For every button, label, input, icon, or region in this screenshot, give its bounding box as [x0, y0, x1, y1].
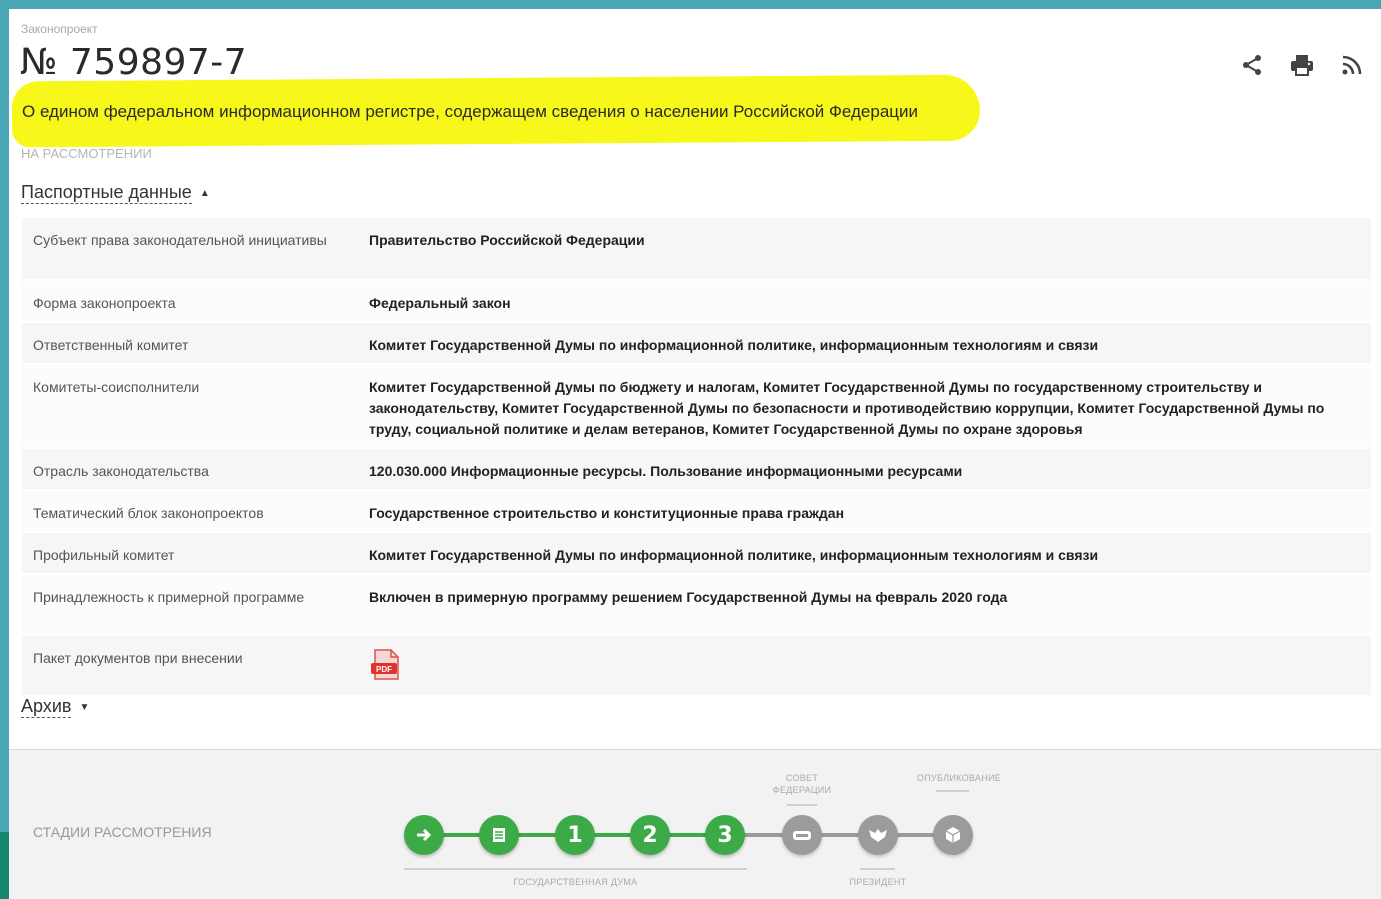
- stage-reading-2[interactable]: 2: [630, 815, 670, 855]
- status-label: НА РАССМОТРЕНИИ: [21, 146, 152, 161]
- stage-reading-1[interactable]: 1: [555, 815, 595, 855]
- council-caption-underline: [787, 804, 817, 806]
- caret-down-icon: ▼: [79, 702, 90, 713]
- row-key: Форма законопроекта: [22, 280, 358, 322]
- table-row: Субъект права законодательной инициативы…: [22, 218, 1371, 280]
- stage-number: 1: [567, 822, 583, 848]
- publication-icon: [945, 827, 961, 843]
- stages-label: СТАДИИ РАССМОТРЕНИЯ: [33, 824, 212, 840]
- pdf-icon: PDF: [371, 649, 399, 680]
- table-row: Отрасль законодательства 120.030.000 Инф…: [22, 448, 1371, 490]
- table-row: Тематический блок законопроектов Государ…: [22, 490, 1371, 532]
- table-row: Форма законопроекта Федеральный закон: [22, 280, 1371, 322]
- stage-reading-3[interactable]: 3: [705, 815, 745, 855]
- row-key: Тематический блок законопроектов: [22, 490, 358, 532]
- table-row: Принадлежность к примерной программе Вкл…: [22, 574, 1371, 635]
- toolbar: [1237, 50, 1367, 80]
- row-value: PDF: [358, 635, 1371, 696]
- passport-table: Субъект права законодательной инициативы…: [22, 218, 1371, 697]
- duma-caption-underline: [404, 868, 747, 870]
- row-key: Профильный комитет: [22, 532, 358, 574]
- stage-preliminary[interactable]: [479, 815, 519, 855]
- rss-icon: [1342, 55, 1362, 75]
- stage-publication[interactable]: [933, 815, 973, 855]
- caret-up-icon: ▲: [199, 188, 210, 199]
- passport-toggle[interactable]: Паспортные данные ▲: [21, 182, 210, 204]
- row-key: Ответственный комитет: [22, 322, 358, 364]
- row-value: 120.030.000 Информационные ресурсы. Поль…: [358, 448, 1371, 490]
- council-caption-line-2: ФЕДЕРАЦИИ: [772, 785, 832, 795]
- stage-introduction[interactable]: [404, 815, 444, 855]
- archive-toggle[interactable]: Архив ▼: [21, 696, 90, 718]
- share-icon: [1243, 55, 1261, 75]
- duma-caption: ГОСУДАРСТВЕННАЯ ДУМА: [513, 877, 638, 887]
- passport-toggle-label: Паспортные данные: [21, 182, 192, 204]
- council-caption: СОВЕТ ФЕДЕРАЦИИ: [764, 772, 840, 796]
- page-overline: Законопроект: [21, 22, 98, 36]
- stage-federation-council[interactable]: [782, 815, 822, 855]
- pdf-download-link[interactable]: PDF: [369, 648, 403, 688]
- publication-caption: ОПУБЛИКОВАНИЕ: [916, 773, 1002, 783]
- row-value: Федеральный закон: [358, 280, 1371, 322]
- row-value: Комитет Государственной Думы по информац…: [358, 532, 1371, 574]
- row-value: Государственное строительство и конститу…: [358, 490, 1371, 532]
- row-key: Пакет документов при внесении: [22, 635, 358, 696]
- row-key: Комитеты-соисполнители: [22, 364, 358, 448]
- stages-panel: СТАДИИ РАССМОТРЕНИЯ СОВЕТ ФЕДЕРАЦИИ ОПУБ…: [9, 749, 1381, 899]
- bill-number: № 759897-7: [20, 42, 248, 83]
- stage-number: 3: [717, 822, 733, 848]
- stage-number: 2: [642, 822, 658, 848]
- row-key: Субъект права законодательной инициативы: [22, 218, 358, 280]
- council-caption-line-1: СОВЕТ: [785, 773, 819, 783]
- stage-president[interactable]: [858, 815, 898, 855]
- row-value: Комитет Государственной Думы по информац…: [358, 322, 1371, 364]
- rss-button[interactable]: [1337, 50, 1367, 80]
- council-icon: [793, 831, 811, 840]
- share-button[interactable]: [1237, 50, 1267, 80]
- president-caption-underline: [860, 868, 895, 870]
- bill-title: О едином федеральном информационном реги…: [22, 102, 919, 121]
- eagle-icon: [869, 829, 887, 842]
- arrow-right-icon: [417, 828, 432, 842]
- row-value: Комитет Государственной Думы по бюджету …: [358, 364, 1371, 448]
- publication-caption-underline: [936, 790, 969, 792]
- print-icon: [1291, 55, 1313, 76]
- table-row: Комитеты-соисполнители Комитет Государст…: [22, 364, 1371, 448]
- stage-connector-pending: [739, 833, 959, 837]
- pdf-badge-text: PDF: [376, 665, 392, 674]
- row-key: Отрасль законодательства: [22, 448, 358, 490]
- table-row: Пакет документов при внесении PDF: [22, 635, 1371, 696]
- president-caption: ПРЕЗИДЕНТ: [849, 877, 907, 887]
- archive-toggle-label: Архив: [21, 696, 72, 718]
- table-row: Ответственный комитет Комитет Государств…: [22, 322, 1371, 364]
- print-button[interactable]: [1287, 50, 1317, 80]
- row-key: Принадлежность к примерной программе: [22, 574, 358, 635]
- table-row: Профильный комитет Комитет Государственн…: [22, 532, 1371, 574]
- row-value: Включен в примерную программу решением Г…: [358, 574, 1371, 635]
- document-icon: [493, 828, 505, 842]
- row-value: Правительство Российской Федерации: [358, 218, 1371, 280]
